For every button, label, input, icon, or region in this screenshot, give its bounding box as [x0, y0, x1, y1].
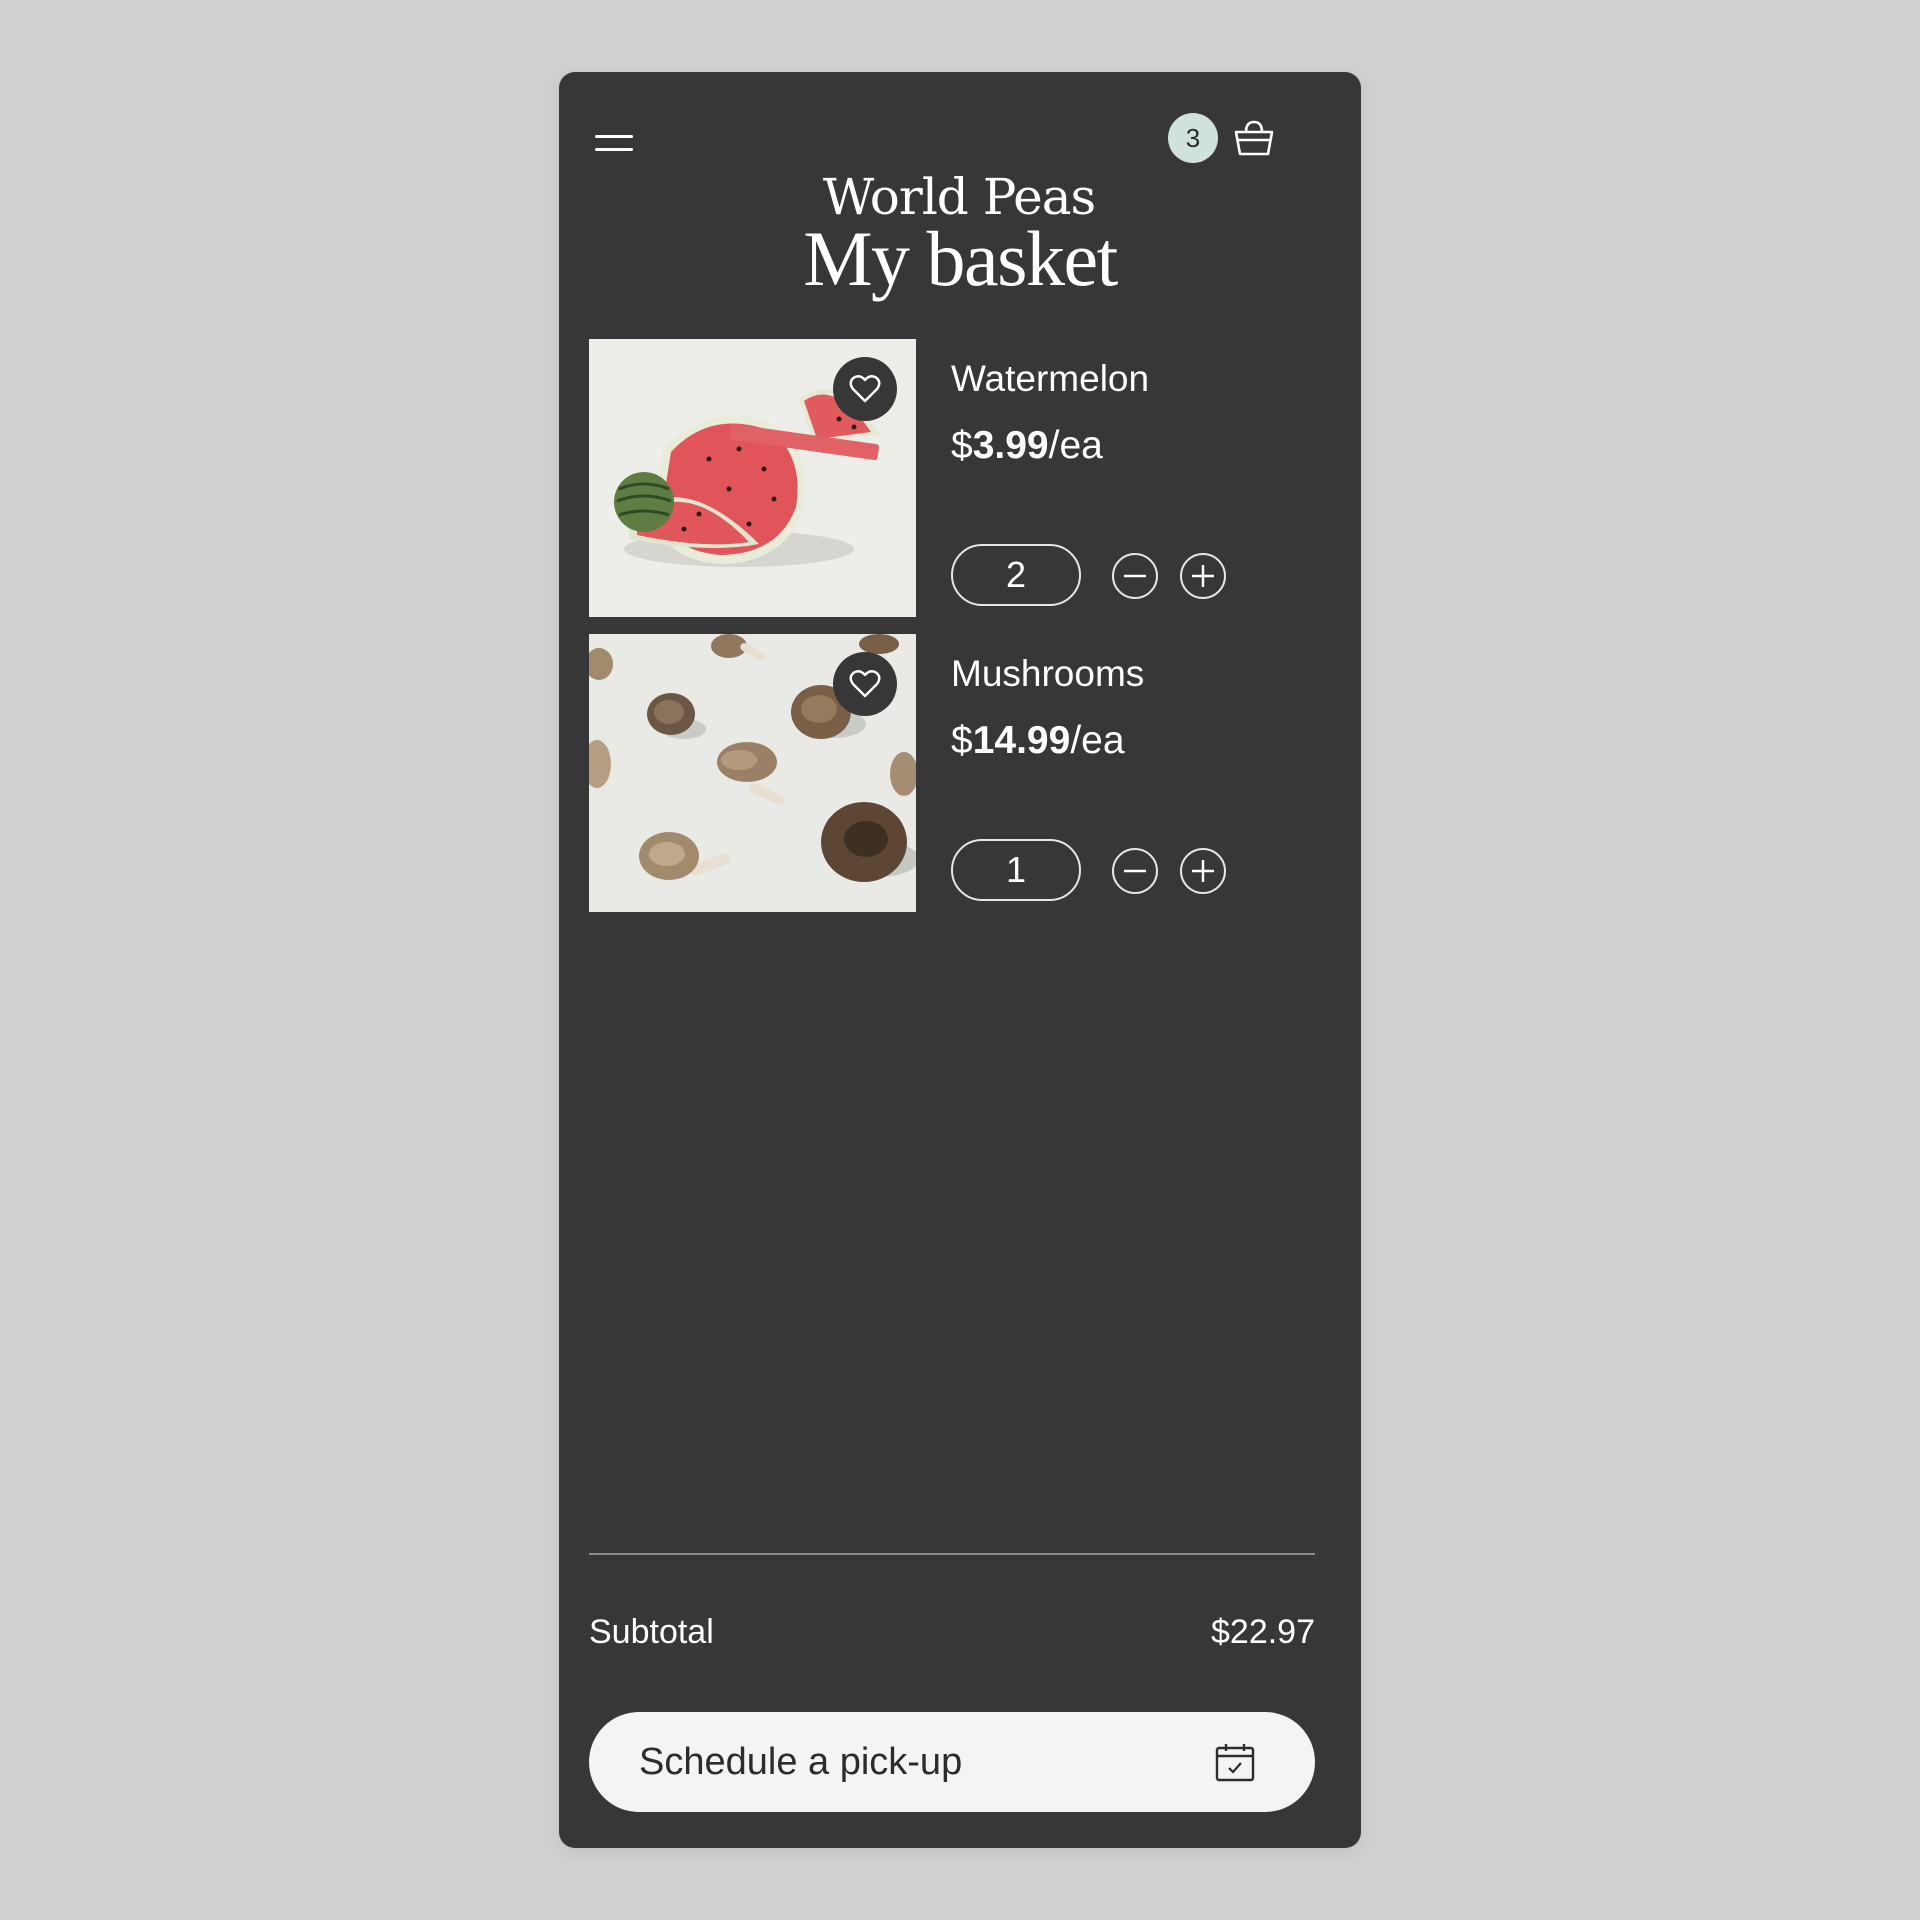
basket-item: Mushrooms $14.99/ea [589, 634, 1331, 912]
hamburger-icon-line-top [595, 135, 633, 138]
increase-quantity-button[interactable] [1179, 847, 1227, 895]
decrease-quantity-button[interactable] [1111, 552, 1159, 600]
basket-icon[interactable] [1231, 115, 1277, 161]
mushrooms-image[interactable] [589, 634, 916, 912]
item-price: $3.99/ea [951, 423, 1103, 470]
cart-count-badge: 3 [1168, 113, 1218, 163]
hamburger-menu-button[interactable] [593, 126, 635, 156]
plus-circle-icon [1180, 848, 1226, 894]
price-unit: /ea [1070, 719, 1125, 762]
watermelon-image[interactable] [589, 339, 916, 617]
favorite-button[interactable] [833, 652, 897, 716]
summary-divider [589, 1553, 1315, 1555]
price-currency: $ [951, 719, 973, 762]
schedule-pickup-button[interactable]: Schedule a pick-up [589, 1712, 1315, 1812]
plus-circle-icon [1180, 553, 1226, 599]
subtotal-value: $22.97 [1211, 1613, 1315, 1651]
increase-quantity-button[interactable] [1179, 552, 1227, 600]
price-amount: 3.99 [972, 424, 1049, 467]
quantity-field[interactable] [951, 544, 1081, 606]
item-name: Mushrooms [951, 653, 1145, 694]
decrease-quantity-button[interactable] [1111, 847, 1159, 895]
hamburger-icon-line-bottom [595, 148, 633, 151]
price-currency: $ [951, 424, 973, 467]
minus-circle-icon [1112, 848, 1158, 894]
heart-icon [849, 375, 881, 403]
item-price: $14.99/ea [951, 718, 1125, 765]
item-name: Watermelon [951, 358, 1150, 399]
favorite-button[interactable] [833, 357, 897, 421]
basket-screen: World Peas 3 My basket Watermelon $3.99/… [559, 72, 1361, 1848]
subtotal-label: Subtotal [589, 1613, 714, 1651]
minus-circle-icon [1112, 553, 1158, 599]
price-unit: /ea [1048, 424, 1103, 467]
heart-icon [849, 670, 881, 698]
schedule-pickup-label: Schedule a pick-up [639, 1741, 963, 1783]
calendar-check-icon [1215, 1744, 1255, 1782]
basket-item: Watermelon $3.99/ea [589, 339, 1331, 617]
page-title: My basket [803, 215, 1118, 302]
price-amount: 14.99 [972, 719, 1071, 762]
quantity-field[interactable] [951, 839, 1081, 901]
